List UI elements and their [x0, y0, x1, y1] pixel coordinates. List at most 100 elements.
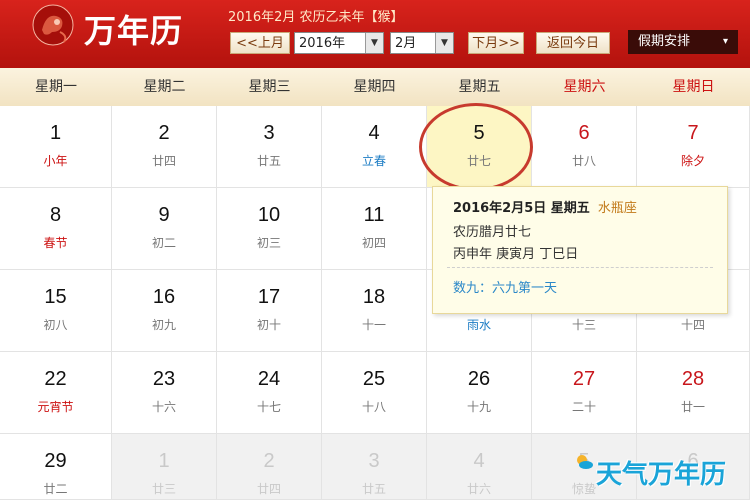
lunar-date: 廿八: [571, 154, 596, 168]
popup-season: 数九：六九第一天: [453, 281, 558, 296]
day-number: 10: [257, 204, 281, 226]
lunar-date: 雨水: [466, 318, 491, 332]
day-number: 4: [473, 450, 485, 472]
day-cell[interactable]: 27 二十: [532, 352, 637, 434]
day-number: 26: [467, 368, 491, 390]
day-cell[interactable]: 23 十六: [112, 352, 217, 434]
day-number: 25: [362, 368, 386, 390]
app-title: 万年历: [84, 12, 184, 50]
prev-month-button[interactable]: <<上月: [230, 32, 290, 54]
day-cell[interactable]: 16 初九: [112, 270, 217, 352]
lunar-date: 初二: [151, 236, 176, 250]
lunar-date: 十四: [680, 318, 705, 332]
lunar-date: 春节: [43, 236, 68, 250]
lunar-date: 小年: [43, 154, 68, 168]
chevron-down-icon[interactable]: ▼: [365, 33, 383, 53]
lunar-date: 十三: [571, 318, 596, 332]
holiday-schedule-label: 假期安排: [638, 34, 691, 49]
lunar-date: 廿二: [43, 482, 68, 496]
day-cell[interactable]: 17 初十: [217, 270, 322, 352]
day-number: 6: [578, 122, 590, 144]
weekday-label: 星期二: [143, 79, 186, 95]
chevron-down-icon[interactable]: ▼: [435, 33, 453, 53]
day-number: 15: [44, 286, 67, 308]
day-number: 16: [152, 286, 176, 308]
chevron-down-icon: ▾: [722, 36, 728, 47]
lunar-date: 元宵节: [37, 400, 74, 414]
lunar-date: 十一: [361, 318, 386, 332]
lunar-date: 廿五: [256, 154, 281, 168]
watermark-text: 天气万年历: [596, 460, 727, 490]
month-info: 2016年2月 农历乙未年【猴】: [228, 10, 404, 25]
day-cell[interactable]: 9 初二: [112, 188, 217, 270]
holiday-schedule-dropdown[interactable]: 假期安排 ▾: [628, 30, 738, 54]
day-cell[interactable]: 5 廿七: [427, 106, 532, 188]
lunar-date: 初四: [361, 236, 386, 250]
day-cell[interactable]: 7 除夕: [637, 106, 750, 188]
popup-date-row: 2016年2月5日 星期五 水瓶座: [453, 197, 637, 216]
day-cell[interactable]: 2 廿四: [217, 434, 322, 500]
year-select[interactable]: 2016年 ▼: [294, 32, 384, 54]
day-cell[interactable]: 15 初八: [0, 270, 112, 352]
lunar-date: 廿一: [680, 400, 705, 414]
day-cell[interactable]: 18 十一: [322, 270, 427, 352]
day-cell[interactable]: 1 小年: [0, 106, 112, 188]
month-select[interactable]: 2月 ▼: [390, 32, 454, 54]
day-cell[interactable]: 22 元宵节: [0, 352, 112, 434]
day-cell[interactable]: 2 廿四: [112, 106, 217, 188]
year-select-value: 2016年: [299, 36, 346, 51]
lunar-date: 廿七: [466, 154, 491, 168]
day-cell[interactable]: 8 春节: [0, 188, 112, 270]
day-cell[interactable]: 25 十八: [322, 352, 427, 434]
day-number: 2: [158, 122, 170, 144]
day-number: 1: [49, 122, 62, 144]
day-cell[interactable]: 3 廿五: [217, 106, 322, 188]
day-cell[interactable]: 26 十九: [427, 352, 532, 434]
lunar-date: 十六: [151, 400, 176, 414]
lunar-date: 十八: [361, 400, 386, 414]
weekday-label: 星期五: [458, 79, 501, 95]
day-number: 1: [158, 450, 170, 472]
today-button[interactable]: 返回今日: [536, 32, 610, 54]
day-cell[interactable]: 4 立春: [322, 106, 427, 188]
lunar-date: 十九: [466, 400, 491, 414]
lunar-date: 十七: [256, 400, 281, 414]
day-cell[interactable]: 10 初三: [217, 188, 322, 270]
day-cell[interactable]: 1 廿三: [112, 434, 217, 500]
lunar-date: 二十: [571, 400, 596, 414]
popup-ganzhi: 丙申年 庚寅月 丁巳日: [453, 247, 579, 262]
lunar-date: 廿四: [151, 154, 176, 168]
lunar-date: 廿六: [466, 482, 491, 496]
popup-divider: [447, 267, 713, 268]
day-cell[interactable]: 24 十七: [217, 352, 322, 434]
lunar-date: 廿三: [151, 482, 176, 496]
day-number: 22: [44, 368, 67, 390]
lunar-date: 初十: [256, 318, 281, 332]
day-number: 17: [257, 286, 281, 308]
lunar-date: 廿五: [361, 482, 386, 496]
weekday-label: 星期日: [672, 79, 715, 95]
day-cell[interactable]: 6 廿八: [532, 106, 637, 188]
day-number: 3: [368, 450, 380, 472]
lunar-date: 初八: [43, 318, 68, 332]
lunar-date: 廿四: [256, 482, 281, 496]
popup-date: 2016年2月5日 星期五: [453, 201, 590, 216]
day-number: 9: [158, 204, 170, 226]
day-number: 2: [263, 450, 275, 472]
day-number: 8: [49, 204, 62, 226]
weekday-label: 星期一: [35, 79, 77, 95]
day-cell[interactable]: 3 廿五: [322, 434, 427, 500]
lunar-date: 立春: [361, 154, 386, 168]
day-cell[interactable]: 4 廿六: [427, 434, 532, 500]
day-cell[interactable]: 11 初四: [322, 188, 427, 270]
day-cell[interactable]: 29 廿二: [0, 434, 112, 500]
day-number: 3: [263, 122, 275, 144]
day-cell[interactable]: 28 廿一: [637, 352, 750, 434]
day-number: 5: [473, 122, 485, 144]
monkey-seal-icon: [32, 4, 74, 46]
day-number: 18: [362, 286, 386, 308]
day-number: 28: [681, 368, 705, 390]
day-number: 24: [257, 368, 281, 390]
day-number: 7: [687, 122, 699, 144]
next-month-button[interactable]: 下月>>: [468, 32, 524, 54]
